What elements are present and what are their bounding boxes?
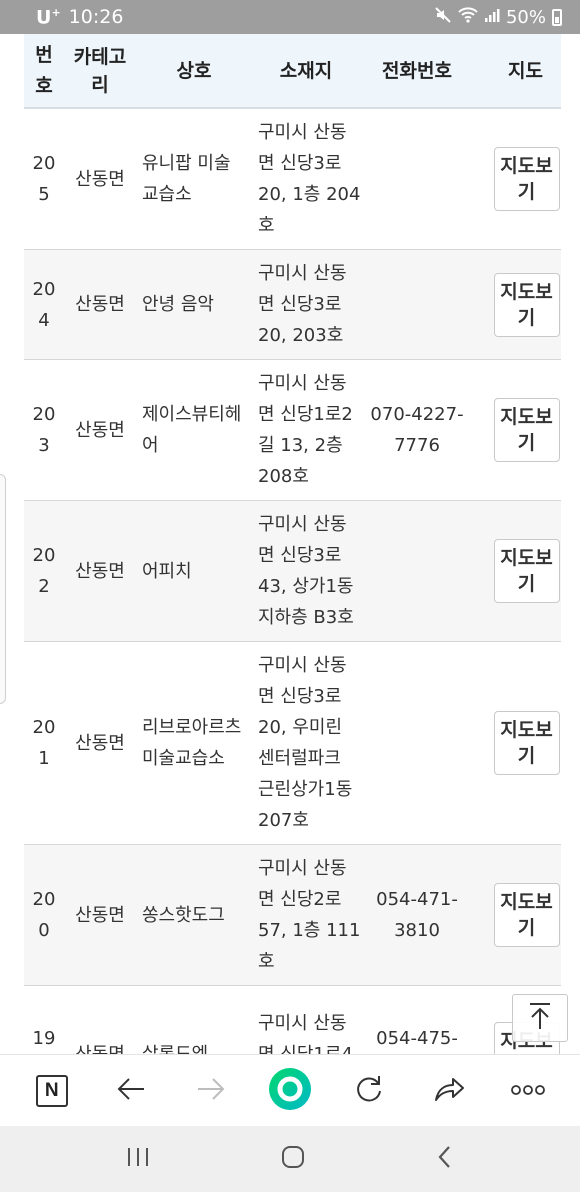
row-num: 203 bbox=[24, 359, 64, 501]
row-category: 산동면 bbox=[64, 249, 136, 360]
map-view-button[interactable]: 지도보기 bbox=[493, 147, 560, 211]
table-row: 203 산동면 제이스뷰티헤어 구미시 산동면 신당1로2길 13, 2층 20… bbox=[24, 359, 561, 501]
green-home-button[interactable] bbox=[262, 1063, 318, 1119]
row-name: 리브로아르츠미술교습소 bbox=[136, 641, 250, 845]
row-category: 산동면 bbox=[64, 985, 136, 1054]
header-map: 지도 bbox=[472, 34, 561, 109]
table-header-row: 번호 카테고리 상호 소재지 전화번호 지도 bbox=[24, 34, 561, 109]
reload-icon bbox=[354, 1074, 384, 1108]
header-category: 카테고리 bbox=[64, 34, 136, 109]
more-button[interactable] bbox=[500, 1063, 556, 1119]
table-row: 199 산동면 살롱드엠 구미시 산동면 신당1로4길 20, 1층 054-4… bbox=[24, 985, 561, 1054]
row-phone: 070-4227-7776 bbox=[362, 359, 472, 501]
reload-button[interactable] bbox=[341, 1063, 397, 1119]
table-row: 201 산동면 리브로아르츠미술교습소 구미시 산동면 신당3로 20, 우미린… bbox=[24, 641, 561, 845]
row-address: 구미시 산동면 신당3로 20, 우미린 센터럴파크 근린상가1동 207호 bbox=[250, 641, 362, 845]
home-button[interactable] bbox=[280, 1144, 306, 1174]
row-phone bbox=[362, 500, 472, 642]
row-phone bbox=[362, 108, 472, 250]
back-button[interactable] bbox=[103, 1063, 159, 1119]
scroll-to-top-button[interactable] bbox=[512, 994, 568, 1042]
row-category: 산동면 bbox=[64, 844, 136, 986]
recent-apps-button[interactable] bbox=[125, 1145, 151, 1173]
row-map-cell: 지도보기 bbox=[472, 359, 561, 501]
map-view-button[interactable]: 지도보기 bbox=[493, 883, 560, 947]
map-view-button[interactable]: 지도보기 bbox=[493, 398, 560, 462]
forward-arrow-icon bbox=[196, 1077, 226, 1105]
row-name: 안녕 음악 bbox=[136, 249, 250, 360]
row-phone bbox=[362, 249, 472, 360]
row-num: 201 bbox=[24, 641, 64, 845]
clock: 10:26 bbox=[68, 6, 124, 28]
arrow-up-icon bbox=[527, 1001, 553, 1035]
row-num: 205 bbox=[24, 108, 64, 250]
edge-panel-handle[interactable] bbox=[0, 474, 6, 704]
row-address: 구미시 산동면 신당1로2길 13, 2층 208호 bbox=[250, 359, 362, 501]
row-phone bbox=[362, 641, 472, 845]
carrier-label: U+ bbox=[36, 5, 61, 29]
row-map-cell: 지도보기 bbox=[472, 108, 561, 250]
green-home-icon bbox=[268, 1067, 312, 1115]
system-nav-bar bbox=[0, 1126, 580, 1192]
row-name: 유니팝 미술교습소 bbox=[136, 108, 250, 250]
mute-icon bbox=[434, 6, 452, 29]
row-name: 쏭스핫도그 bbox=[136, 844, 250, 986]
map-view-button[interactable]: 지도보기 bbox=[493, 539, 560, 603]
forward-button[interactable] bbox=[183, 1063, 239, 1119]
header-phone: 전화번호 bbox=[362, 34, 472, 109]
row-address: 구미시 산동면 신당1로4길 20, 1층 bbox=[250, 985, 362, 1054]
signal-icon bbox=[484, 7, 500, 28]
row-address: 구미시 산동면 신당3로 20, 1층 204호 bbox=[250, 108, 362, 250]
row-num: 202 bbox=[24, 500, 64, 642]
row-map-cell: 지도보기 bbox=[472, 844, 561, 986]
row-category: 산동면 bbox=[64, 359, 136, 501]
row-category: 산동면 bbox=[64, 641, 136, 845]
row-num: 204 bbox=[24, 249, 64, 360]
web-content[interactable]: 번호 카테고리 상호 소재지 전화번호 지도 205 산동면 유니팝 미술교습소… bbox=[0, 34, 580, 1054]
row-map-cell: 지도보기 bbox=[472, 249, 561, 360]
header-name: 상호 bbox=[136, 34, 250, 109]
row-address: 구미시 산동면 신당3로 20, 203호 bbox=[250, 249, 362, 360]
row-name: 살롱드엠 bbox=[136, 985, 250, 1054]
back-arrow-icon bbox=[116, 1077, 146, 1105]
map-view-button[interactable]: 지도보기 bbox=[493, 711, 560, 775]
header-num: 번호 bbox=[24, 34, 64, 109]
table-row: 205 산동면 유니팝 미술교습소 구미시 산동면 신당3로 20, 1층 20… bbox=[24, 108, 561, 250]
battery-percent: 50% bbox=[505, 6, 546, 28]
status-bar: U+ 10:26 50% bbox=[0, 0, 580, 34]
row-category: 산동면 bbox=[64, 500, 136, 642]
row-address: 구미시 산동면 신당3로 43, 상가1동 지하층 B3호 bbox=[250, 500, 362, 642]
status-icons: 50% bbox=[434, 6, 562, 29]
wifi-icon bbox=[458, 6, 478, 28]
back-nav-button[interactable] bbox=[435, 1144, 455, 1174]
row-name: 제이스뷰티헤어 bbox=[136, 359, 250, 501]
header-address: 소재지 bbox=[250, 34, 362, 109]
share-button[interactable] bbox=[421, 1063, 477, 1119]
naver-n-icon: N bbox=[35, 1074, 68, 1107]
store-table: 번호 카테고리 상호 소재지 전화번호 지도 205 산동면 유니팝 미술교습소… bbox=[24, 34, 561, 1054]
row-map-cell: 지도보기 bbox=[472, 641, 561, 845]
battery-icon bbox=[552, 8, 562, 26]
row-address: 구미시 산동면 신당2로 57, 1층 111호 bbox=[250, 844, 362, 986]
map-view-button[interactable]: 지도보기 bbox=[493, 272, 560, 337]
browser-toolbar: N bbox=[0, 1054, 580, 1126]
naver-n-button[interactable]: N bbox=[24, 1063, 80, 1119]
row-num: 199 bbox=[24, 985, 64, 1054]
table-row: 204 산동면 안녕 음악 구미시 산동면 신당3로 20, 203호 지도보기 bbox=[24, 249, 561, 360]
table-row: 202 산동면 어피치 구미시 산동면 신당3로 43, 상가1동 지하층 B3… bbox=[24, 500, 561, 642]
row-phone: 054-475-2019 bbox=[362, 985, 472, 1054]
row-num: 200 bbox=[24, 844, 64, 986]
row-map-cell: 지도보기 bbox=[472, 500, 561, 642]
row-name: 어피치 bbox=[136, 500, 250, 642]
share-icon bbox=[433, 1075, 465, 1107]
more-icon bbox=[510, 1081, 546, 1100]
row-category: 산동면 bbox=[64, 108, 136, 250]
table-row: 200 산동면 쏭스핫도그 구미시 산동면 신당2로 57, 1층 111호 0… bbox=[24, 844, 561, 986]
row-phone: 054-471-3810 bbox=[362, 844, 472, 986]
